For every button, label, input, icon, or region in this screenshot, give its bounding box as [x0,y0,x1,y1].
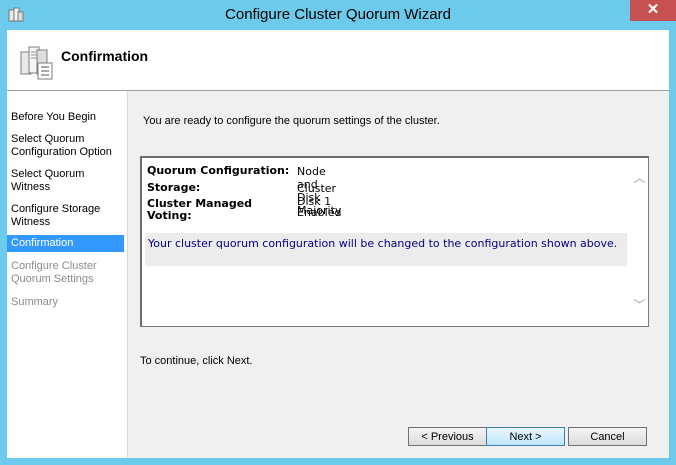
detail-label: Quorum Configuration: [147,164,290,177]
detail-value: Enabled [297,206,342,219]
nav-step-select-quorum-configuration[interactable]: Select Quorum Configuration Option [7,133,124,159]
detail-label: Storage: [147,181,201,194]
intro-text: You are ready to configure the quorum se… [143,115,440,127]
next-button[interactable]: Next > [486,427,565,446]
nav-step-configure-storage-witness[interactable]: Configure Storage Witness [7,203,124,229]
nav-step-confirmation[interactable]: Confirmation [7,235,124,252]
nav-step-select-quorum-witness[interactable]: Select Quorum Witness [7,168,124,194]
continue-instruction: To continue, click Next. [140,355,253,367]
details-scrollbar[interactable]: ︿ ﹀ [631,158,648,326]
wizard-steps-nav: Before You Begin Select Quorum Configura… [7,91,127,458]
wizard-client-area: Confirmation Before You Begin Select Quo… [7,30,669,458]
wizard-window: Configure Cluster Quorum Wizard ✕ Confir… [0,0,676,465]
detail-value: Cluster Disk 1 [297,182,337,208]
configuration-change-notice: Your cluster quorum configuration will b… [145,233,627,266]
close-button[interactable]: ✕ [630,0,676,21]
page-title: Confirmation [61,48,149,64]
cancel-button[interactable]: Cancel [568,427,647,446]
confirmation-details-box[interactable]: Quorum Configuration: Node and Disk Majo… [140,156,649,327]
wizard-content: You are ready to configure the quorum se… [128,91,669,458]
window-title: Configure Cluster Quorum Wizard [225,6,451,23]
previous-button[interactable]: < Previous [408,427,487,446]
detail-label: Cluster Managed Voting: [147,197,253,222]
scroll-down-icon[interactable]: ﹀ [633,299,646,311]
title-bar[interactable]: Configure Cluster Quorum Wizard ✕ [0,0,676,30]
nav-step-configure-cluster-quorum-settings: Configure Cluster Quorum Settings [11,260,97,285]
wizard-header: Confirmation [7,30,669,91]
close-icon: ✕ [646,1,660,18]
scroll-up-icon[interactable]: ︿ [633,172,646,184]
cluster-servers-icon [20,46,53,80]
nav-step-summary: Summary [11,296,59,308]
nav-step-before-you-begin[interactable]: Before You Begin [7,111,124,124]
